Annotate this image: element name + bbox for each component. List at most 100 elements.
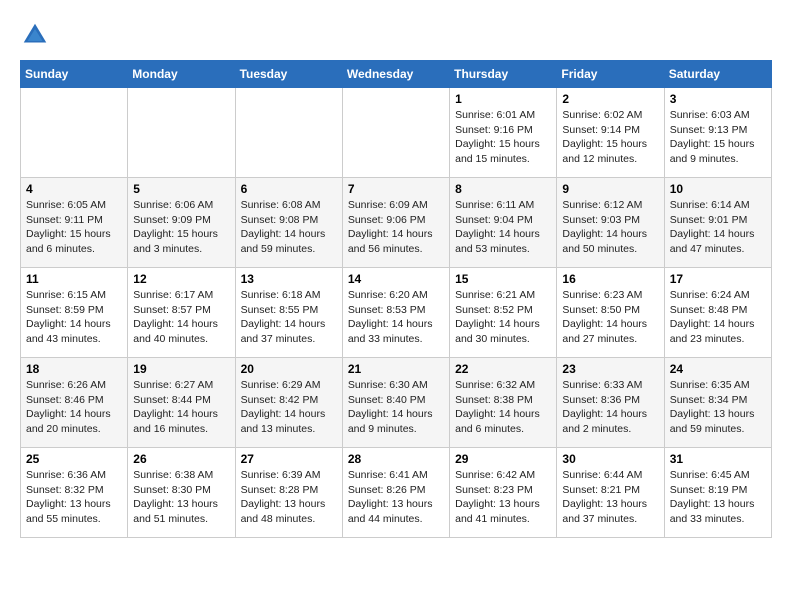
day-number: 28: [348, 452, 444, 466]
calendar-cell: 31 Sunrise: 6:45 AM Sunset: 8:19 PM Dayli…: [664, 448, 771, 538]
calendar-week-row: 11 Sunrise: 6:15 AM Sunset: 8:59 PM Dayli…: [21, 268, 772, 358]
day-number: 3: [670, 92, 766, 106]
calendar-cell: 26Sunrise: 6:38 AM Sunset: 8:30 PM Dayli…: [128, 448, 235, 538]
day-info: Sunrise: 6:35 AM Sunset: 8:34 PM Dayligh…: [670, 378, 766, 437]
day-info: Sunrise: 6:24 AM Sunset: 8:48 PM Dayligh…: [670, 288, 766, 347]
calendar-cell: [128, 88, 235, 178]
weekday-header: Monday: [128, 61, 235, 88]
day-number: 16: [562, 272, 658, 286]
calendar-week-row: 18Sunrise: 6:26 AM Sunset: 8:46 PM Dayli…: [21, 358, 772, 448]
day-number: 1: [455, 92, 551, 106]
calendar-cell: [21, 88, 128, 178]
day-number: 15: [455, 272, 551, 286]
day-info: Sunrise: 6:42 AM Sunset: 8:23 PM Dayligh…: [455, 468, 551, 527]
calendar-cell: 21Sunrise: 6:30 AM Sunset: 8:40 PM Dayli…: [342, 358, 449, 448]
calendar-cell: 17 Sunrise: 6:24 AM Sunset: 8:48 PM Dayli…: [664, 268, 771, 358]
day-number: 27: [241, 452, 337, 466]
day-number: 24: [670, 362, 766, 376]
day-info: Sunrise: 6:44 AM Sunset: 8:21 PM Dayligh…: [562, 468, 658, 527]
calendar-cell: [342, 88, 449, 178]
weekday-header: Friday: [557, 61, 664, 88]
calendar-cell: 20 Sunrise: 6:29 AM Sunset: 8:42 PM Dayli…: [235, 358, 342, 448]
day-info: Sunrise: 6:01 AM Sunset: 9:16 PM Dayligh…: [455, 108, 551, 167]
weekday-header: Saturday: [664, 61, 771, 88]
calendar-cell: 22 Sunrise: 6:32 AM Sunset: 8:38 PM Dayli…: [450, 358, 557, 448]
day-number: 9: [562, 182, 658, 196]
weekday-header: Tuesday: [235, 61, 342, 88]
calendar-cell: 16 Sunrise: 6:23 AM Sunset: 8:50 PM Dayli…: [557, 268, 664, 358]
day-info: Sunrise: 6:15 AM Sunset: 8:59 PM Dayligh…: [26, 288, 122, 347]
day-info: Sunrise: 6:14 AM Sunset: 9:01 PM Dayligh…: [670, 198, 766, 257]
day-info: Sunrise: 6:17 AM Sunset: 8:57 PM Dayligh…: [133, 288, 229, 347]
day-info: Sunrise: 6:08 AM Sunset: 9:08 PM Dayligh…: [241, 198, 337, 257]
weekday-header-row: SundayMondayTuesdayWednesdayThursdayFrid…: [21, 61, 772, 88]
page-header: [20, 20, 772, 50]
day-number: 23: [562, 362, 658, 376]
day-info: Sunrise: 6:18 AM Sunset: 8:55 PM Dayligh…: [241, 288, 337, 347]
day-info: Sunrise: 6:45 AM Sunset: 8:19 PM Dayligh…: [670, 468, 766, 527]
day-info: Sunrise: 6:33 AM Sunset: 8:36 PM Dayligh…: [562, 378, 658, 437]
day-number: 10: [670, 182, 766, 196]
day-number: 29: [455, 452, 551, 466]
calendar-cell: 6 Sunrise: 6:08 AM Sunset: 9:08 PM Daylig…: [235, 178, 342, 268]
day-info: Sunrise: 6:26 AM Sunset: 8:46 PM Dayligh…: [26, 378, 122, 437]
day-info: Sunrise: 6:39 AM Sunset: 8:28 PM Dayligh…: [241, 468, 337, 527]
day-number: 31: [670, 452, 766, 466]
day-info: Sunrise: 6:02 AM Sunset: 9:14 PM Dayligh…: [562, 108, 658, 167]
day-number: 14: [348, 272, 444, 286]
calendar-cell: 11 Sunrise: 6:15 AM Sunset: 8:59 PM Dayli…: [21, 268, 128, 358]
day-number: 21: [348, 362, 444, 376]
calendar-cell: 15 Sunrise: 6:21 AM Sunset: 8:52 PM Dayli…: [450, 268, 557, 358]
calendar-cell: 9Sunrise: 6:12 AM Sunset: 9:03 PM Daylig…: [557, 178, 664, 268]
day-number: 22: [455, 362, 551, 376]
calendar-cell: [235, 88, 342, 178]
day-info: Sunrise: 6:41 AM Sunset: 8:26 PM Dayligh…: [348, 468, 444, 527]
day-info: Sunrise: 6:38 AM Sunset: 8:30 PM Dayligh…: [133, 468, 229, 527]
day-info: Sunrise: 6:06 AM Sunset: 9:09 PM Dayligh…: [133, 198, 229, 257]
weekday-header: Wednesday: [342, 61, 449, 88]
day-info: Sunrise: 6:23 AM Sunset: 8:50 PM Dayligh…: [562, 288, 658, 347]
calendar-cell: 24 Sunrise: 6:35 AM Sunset: 8:34 PM Dayli…: [664, 358, 771, 448]
day-info: Sunrise: 6:20 AM Sunset: 8:53 PM Dayligh…: [348, 288, 444, 347]
calendar-week-row: 25 Sunrise: 6:36 AM Sunset: 8:32 PM Dayli…: [21, 448, 772, 538]
calendar-cell: 7 Sunrise: 6:09 AM Sunset: 9:06 PM Daylig…: [342, 178, 449, 268]
calendar-cell: 29 Sunrise: 6:42 AM Sunset: 8:23 PM Dayli…: [450, 448, 557, 538]
day-number: 11: [26, 272, 122, 286]
day-number: 7: [348, 182, 444, 196]
logo-icon: [20, 20, 50, 50]
day-info: Sunrise: 6:09 AM Sunset: 9:06 PM Dayligh…: [348, 198, 444, 257]
day-info: Sunrise: 6:21 AM Sunset: 8:52 PM Dayligh…: [455, 288, 551, 347]
calendar-cell: 25 Sunrise: 6:36 AM Sunset: 8:32 PM Dayli…: [21, 448, 128, 538]
day-number: 6: [241, 182, 337, 196]
day-info: Sunrise: 6:27 AM Sunset: 8:44 PM Dayligh…: [133, 378, 229, 437]
calendar-cell: 23 Sunrise: 6:33 AM Sunset: 8:36 PM Dayli…: [557, 358, 664, 448]
day-number: 8: [455, 182, 551, 196]
day-info: Sunrise: 6:32 AM Sunset: 8:38 PM Dayligh…: [455, 378, 551, 437]
calendar-week-row: 1 Sunrise: 6:01 AM Sunset: 9:16 PM Daylig…: [21, 88, 772, 178]
day-number: 5: [133, 182, 229, 196]
weekday-header: Thursday: [450, 61, 557, 88]
calendar-cell: 2 Sunrise: 6:02 AM Sunset: 9:14 PM Daylig…: [557, 88, 664, 178]
day-number: 13: [241, 272, 337, 286]
calendar-cell: 3 Sunrise: 6:03 AM Sunset: 9:13 PM Daylig…: [664, 88, 771, 178]
day-number: 12: [133, 272, 229, 286]
day-info: Sunrise: 6:03 AM Sunset: 9:13 PM Dayligh…: [670, 108, 766, 167]
calendar-cell: 4Sunrise: 6:05 AM Sunset: 9:11 PM Daylig…: [21, 178, 128, 268]
calendar-cell: 28 Sunrise: 6:41 AM Sunset: 8:26 PM Dayli…: [342, 448, 449, 538]
day-number: 20: [241, 362, 337, 376]
day-number: 17: [670, 272, 766, 286]
day-info: Sunrise: 6:29 AM Sunset: 8:42 PM Dayligh…: [241, 378, 337, 437]
calendar-week-row: 4Sunrise: 6:05 AM Sunset: 9:11 PM Daylig…: [21, 178, 772, 268]
calendar-cell: 27 Sunrise: 6:39 AM Sunset: 8:28 PM Dayli…: [235, 448, 342, 538]
calendar-cell: 1 Sunrise: 6:01 AM Sunset: 9:16 PM Daylig…: [450, 88, 557, 178]
day-number: 4: [26, 182, 122, 196]
calendar-cell: 10 Sunrise: 6:14 AM Sunset: 9:01 PM Dayli…: [664, 178, 771, 268]
calendar-table: SundayMondayTuesdayWednesdayThursdayFrid…: [20, 60, 772, 538]
day-number: 25: [26, 452, 122, 466]
day-info: Sunrise: 6:11 AM Sunset: 9:04 PM Dayligh…: [455, 198, 551, 257]
calendar-cell: 5 Sunrise: 6:06 AM Sunset: 9:09 PM Daylig…: [128, 178, 235, 268]
day-number: 2: [562, 92, 658, 106]
day-info: Sunrise: 6:36 AM Sunset: 8:32 PM Dayligh…: [26, 468, 122, 527]
calendar-cell: 18Sunrise: 6:26 AM Sunset: 8:46 PM Dayli…: [21, 358, 128, 448]
calendar-cell: 12 Sunrise: 6:17 AM Sunset: 8:57 PM Dayli…: [128, 268, 235, 358]
